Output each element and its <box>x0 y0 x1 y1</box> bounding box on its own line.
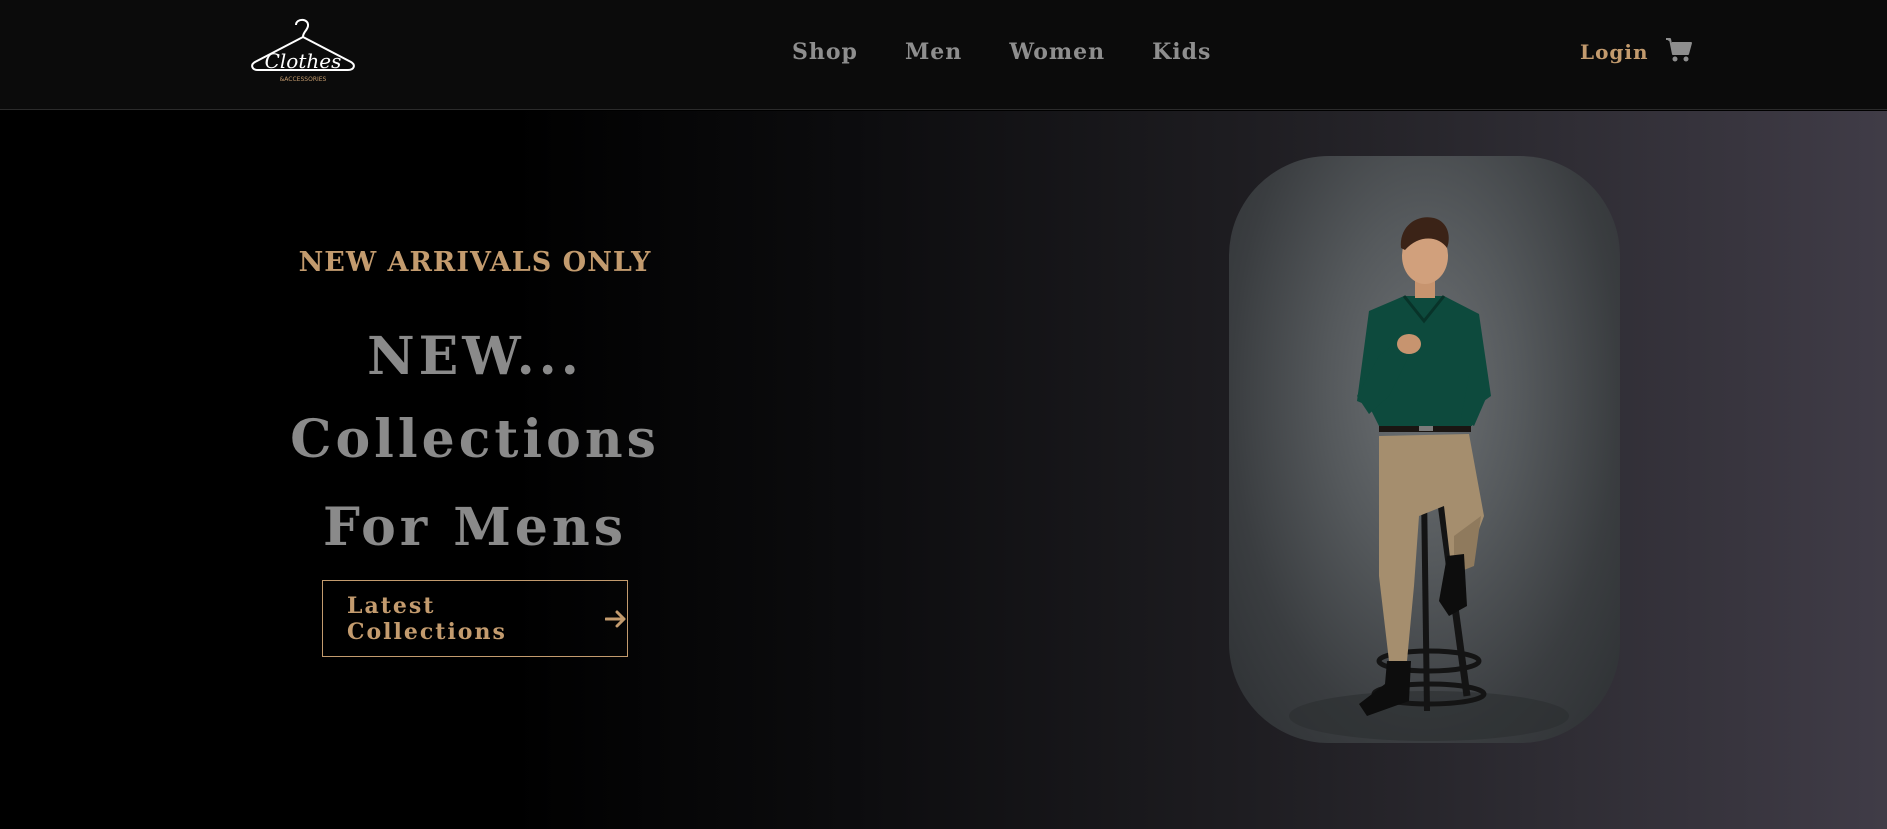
hero-section: NEW ARRIVALS ONLY NEW... Collections For… <box>0 111 1887 829</box>
nav-women[interactable]: Women <box>1009 36 1105 68</box>
arrow-right-icon <box>605 610 627 628</box>
hanger-logo-icon: Clothes &ACCESSORIES <box>251 18 355 83</box>
shopping-cart-icon[interactable] <box>1665 37 1693 63</box>
brand-logo[interactable]: Clothes &ACCESSORIES <box>247 10 359 84</box>
navbar: Clothes &ACCESSORIES Shop Men Women Kids… <box>0 0 1887 110</box>
cta-label: Latest Collections <box>347 592 507 645</box>
nav-shop[interactable]: Shop <box>792 36 858 68</box>
nav-men[interactable]: Men <box>905 36 962 68</box>
main-nav: Shop Men Women Kids <box>792 36 1258 68</box>
latest-collections-button[interactable]: Latest Collections <box>322 580 628 657</box>
hero-headline-line2: Collections <box>290 409 660 470</box>
hero-headline-line1: NEW... <box>367 326 583 387</box>
hero-eyebrow: NEW ARRIVALS ONLY <box>298 247 652 278</box>
logo-subtext: &ACCESSORIES <box>280 76 327 83</box>
logo-text: Clothes <box>265 49 342 73</box>
hero-model-image <box>1229 156 1620 743</box>
model-illustration <box>1289 217 1569 741</box>
login-link[interactable]: Login <box>1580 36 1649 68</box>
nav-kids[interactable]: Kids <box>1152 36 1211 68</box>
hero-headline-line3: For Mens <box>323 497 627 558</box>
